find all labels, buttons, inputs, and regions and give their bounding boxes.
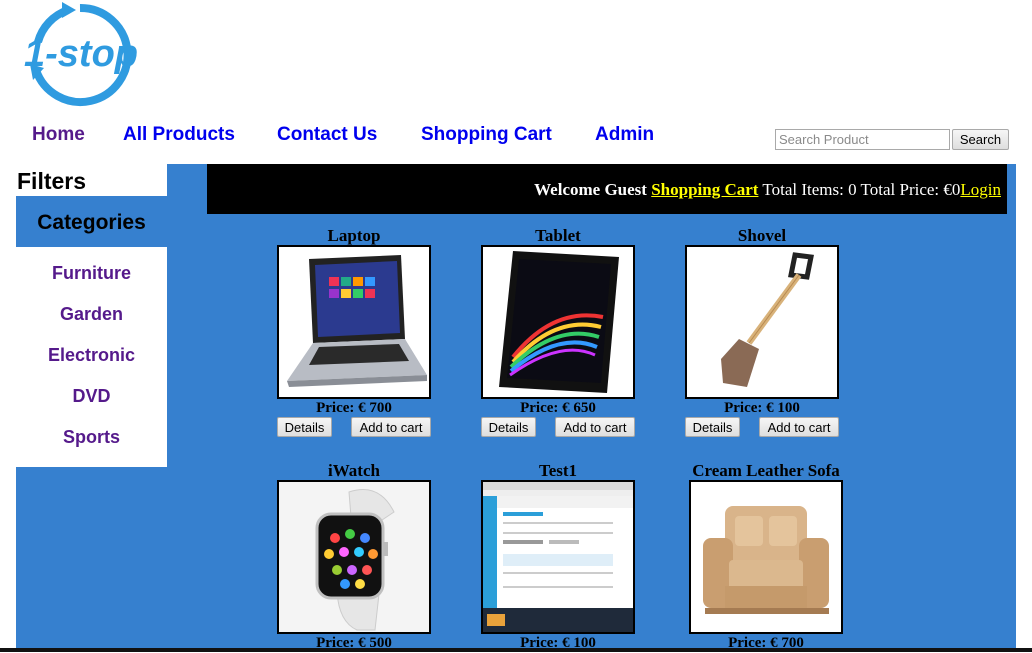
nav-admin[interactable]: Admin (595, 124, 654, 146)
login-link[interactable]: Login (960, 180, 1001, 199)
category-list: Furniture Garden Electronic DVD Sports (16, 247, 167, 467)
product-card: Laptop Price: € 700 Details Add to cart (254, 226, 454, 438)
welcome-bar: Welcome Guest Shopping Cart Total Items:… (207, 164, 1007, 214)
category-furniture[interactable]: Furniture (16, 253, 167, 294)
logo-text: 1-stop (24, 33, 138, 75)
category-electronic[interactable]: Electronic (16, 335, 167, 376)
total-price-label: Total Price: € (860, 180, 952, 199)
nav-home[interactable]: Home (32, 124, 85, 146)
product-price: Price: € 700 (316, 400, 392, 416)
nav-all-products[interactable]: All Products (123, 124, 235, 146)
add-to-cart-button[interactable]: Add to cart (759, 417, 839, 437)
product-price: Price: € 650 (520, 400, 596, 416)
search-input[interactable] (775, 129, 950, 150)
details-button[interactable]: Details (277, 417, 332, 437)
nav-contact-us[interactable]: Contact Us (277, 124, 377, 146)
product-image-sofa[interactable] (689, 480, 843, 634)
category-dvd[interactable]: DVD (16, 376, 167, 417)
main-nav: Home All Products Contact Us Shopping Ca… (0, 122, 700, 150)
product-card: Cream Leather Sofa Price: € 700 (666, 461, 866, 651)
product-image-tablet[interactable] (481, 245, 635, 399)
add-to-cart-button[interactable]: Add to cart (351, 417, 431, 437)
categories-title: Categories (16, 196, 167, 247)
nav-shopping-cart[interactable]: Shopping Cart (421, 124, 552, 146)
details-button[interactable]: Details (481, 417, 536, 437)
bottom-divider (0, 648, 1032, 652)
product-price: Price: € 100 (724, 400, 800, 416)
category-garden[interactable]: Garden (16, 294, 167, 335)
product-image-laptop[interactable] (277, 245, 431, 399)
filters-title: Filters (16, 164, 167, 196)
add-to-cart-button[interactable]: Add to cart (555, 417, 635, 437)
category-sports[interactable]: Sports (16, 417, 167, 458)
product-card: Test1 Price: € 100 (458, 461, 658, 651)
product-card: iWatch Price: € 500 (254, 461, 454, 651)
search-button[interactable]: Search (952, 129, 1009, 150)
total-items-value: 0 (848, 180, 857, 199)
product-card: Shovel Price: € 100 Details Add to cart (662, 226, 862, 438)
details-button[interactable]: Details (685, 417, 740, 437)
welcome-greeting: Welcome Guest (534, 180, 647, 199)
sidebar: Filters Categories Furniture Garden Elec… (16, 164, 167, 467)
product-name: Shovel (737, 226, 787, 245)
product-name: Laptop (327, 226, 381, 245)
total-items-label: Total Items: (762, 180, 844, 199)
product-image-shovel[interactable] (685, 245, 839, 399)
product-name: iWatch (328, 461, 380, 480)
product-image-screenshot[interactable] (481, 480, 635, 634)
welcome-cart-link[interactable]: Shopping Cart (651, 180, 758, 199)
product-name: Test1 (538, 461, 578, 480)
product-card: Tablet Price: € 650 Details Add to cart (458, 226, 658, 438)
product-name: Cream Leather Sofa (692, 461, 840, 480)
site-logo[interactable]: 1-stop (18, 0, 142, 112)
product-image-watch[interactable] (277, 480, 431, 634)
product-name: Tablet (535, 226, 581, 245)
